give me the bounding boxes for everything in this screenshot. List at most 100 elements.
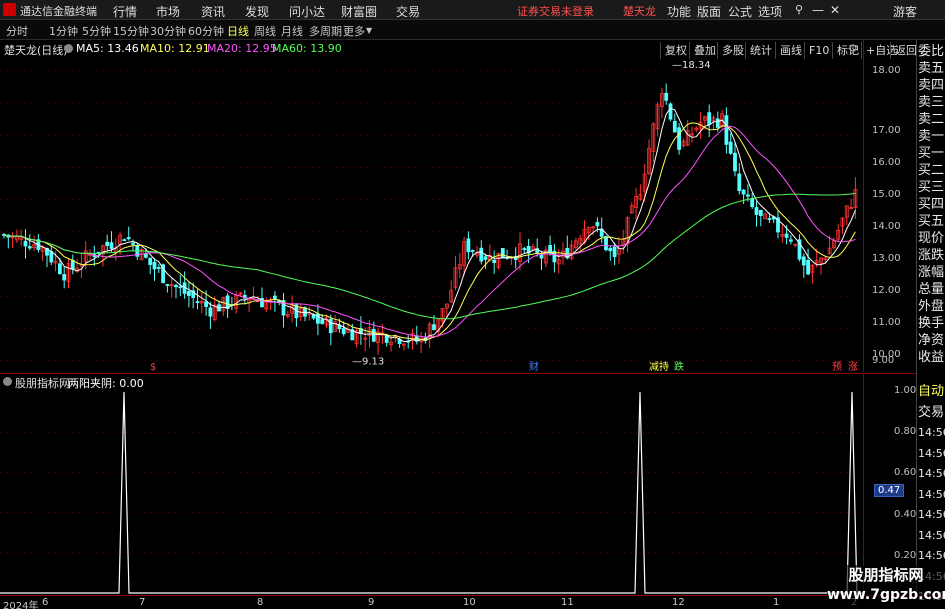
ind-tick-1: 1.00 [894, 385, 917, 396]
period-daily[interactable]: 日线 [227, 23, 249, 39]
candle-body [806, 260, 810, 275]
period-toolbar: 分时 1分钟 5分钟 15分钟 30分钟 60分钟 日线 周线 月线 多周期 更… [0, 20, 945, 59]
side-item-13[interactable]: 涨幅 [918, 265, 945, 281]
y-tick-14: 14.00 [872, 221, 901, 232]
side-item-11[interactable]: 现价 [918, 231, 945, 247]
side-item-16[interactable]: 换手 [918, 316, 945, 332]
period-multi[interactable]: 多周期 [309, 23, 342, 39]
menu-jiaoyi[interactable]: 交易 [396, 3, 420, 20]
menu-caifuquan[interactable]: 财富圈 [341, 3, 377, 20]
side-lower-item-7: 14:56 [918, 528, 945, 542]
more-dropdown-icon[interactable]: ▼ [366, 26, 372, 35]
time-label-8: 8 [257, 597, 264, 608]
low-annotation: —9.13 [352, 356, 384, 367]
candle-body [784, 233, 789, 238]
candle-body [165, 284, 170, 286]
candle-body [522, 248, 527, 250]
side-item-2[interactable]: 卖四 [918, 78, 945, 94]
side-item-5[interactable]: 卖一 [918, 129, 945, 145]
menu-banmian[interactable]: 版面 [697, 3, 721, 20]
indicator-chart[interactable] [0, 375, 863, 595]
menu-wenxiaoda[interactable]: 问小达 [289, 3, 325, 20]
login-status[interactable]: 证券交易未登录 [517, 3, 594, 19]
time-label-11: 11 [561, 597, 574, 608]
menu-shichang[interactable]: 市场 [156, 3, 180, 20]
candle-body [612, 246, 617, 258]
side-item-18[interactable]: 收益 [918, 350, 945, 366]
event-marker: 财 [529, 360, 539, 372]
candle-body [608, 247, 613, 252]
period-fenshi[interactable]: 分时 [6, 23, 28, 39]
stock-name-title: 楚天龙 [623, 5, 656, 18]
side-lower-item-1[interactable]: 交易 [918, 405, 945, 421]
menu-faxian[interactable]: 发现 [245, 3, 269, 20]
period-monthly[interactable]: 月线 [281, 23, 303, 39]
menu-zixun[interactable]: 资讯 [201, 3, 225, 20]
side-item-14[interactable]: 总量 [918, 282, 945, 298]
side-item-9[interactable]: 买四 [918, 197, 945, 213]
side-item-15[interactable]: 外盘 [918, 299, 945, 315]
y-tick-12: 12.00 [872, 285, 901, 296]
time-label-10: 10 [463, 597, 476, 608]
side-item-6[interactable]: 买一 [918, 146, 945, 162]
event-marker: $ [150, 362, 156, 372]
candle-body [27, 246, 32, 249]
side-item-0[interactable]: 委比 [918, 44, 945, 60]
menu-gongshi[interactable]: 公式 [728, 3, 752, 20]
minimize-icon[interactable]: — [812, 3, 824, 17]
period-15min[interactable]: 15分钟 [113, 23, 149, 39]
period-60min[interactable]: 60分钟 [188, 23, 224, 39]
subchart-divider [0, 373, 916, 374]
period-weekly[interactable]: 周线 [254, 23, 276, 39]
menu-gongneng[interactable]: 功能 [667, 3, 691, 20]
period-5min[interactable]: 5分钟 [82, 23, 111, 39]
side-lower-item-8: 14:56 [918, 549, 945, 562]
candle-body [750, 198, 755, 208]
candle-body [746, 194, 750, 197]
period-more[interactable]: 更多 [343, 23, 365, 39]
event-marker: 预 [832, 361, 842, 372]
side-item-8[interactable]: 买三 [918, 180, 945, 196]
candlestick-chart[interactable]: —18.34 —9.13 $ 财 减持跌 预涨 [0, 40, 863, 372]
side-item-10[interactable]: 买五 [918, 214, 945, 230]
time-label-7: 7 [139, 597, 146, 608]
candle-body [195, 301, 200, 304]
guest-label[interactable]: 游客 [893, 3, 917, 20]
event-marker: 涨 [848, 361, 858, 372]
indicator-axis: 1.00 0.80 0.60 0.40 0.20 0.47 [863, 374, 916, 596]
candle-body [483, 256, 488, 260]
side-item-4[interactable]: 卖二 [918, 112, 945, 128]
side-item-12[interactable]: 涨跌 [918, 248, 945, 264]
candle-body [208, 307, 213, 317]
menu-hangqing[interactable]: 行情 [113, 3, 137, 20]
time-label-9: 9 [368, 597, 375, 608]
candle-body [105, 241, 110, 246]
event-marker: 减持 [649, 360, 669, 372]
period-1min[interactable]: 1分钟 [49, 23, 78, 39]
y-tick-9: 9.00 [872, 355, 895, 366]
candle-body [664, 92, 669, 101]
candle-body [341, 328, 346, 335]
candle-body [604, 236, 608, 251]
candle-body [758, 209, 763, 216]
menu-xuanxiang[interactable]: 选项 [758, 3, 782, 20]
search-icon[interactable]: ⚲ [795, 3, 803, 16]
side-lower-item-6: 14:56 [918, 508, 945, 521]
side-item-1[interactable]: 卖五 [918, 61, 945, 77]
ind-tick-08: 0.80 [894, 426, 917, 437]
side-lower-item-0[interactable]: 自动 [918, 384, 945, 400]
side-item-17[interactable]: 净资 [918, 333, 945, 349]
candle-body [174, 284, 178, 288]
candle-body [204, 301, 209, 307]
app-title: 通达信金融终端 [20, 5, 97, 18]
candle-body [724, 115, 729, 145]
candle-body [178, 286, 183, 289]
close-icon[interactable]: ✕ [830, 3, 840, 17]
side-item-7[interactable]: 买二 [918, 163, 945, 179]
candle-body [754, 207, 759, 215]
candle-body [595, 222, 600, 227]
period-30min[interactable]: 30分钟 [150, 23, 186, 39]
ind-tick-02: 0.20 [894, 550, 917, 561]
candle-body [668, 103, 673, 120]
side-item-3[interactable]: 卖三 [918, 95, 945, 111]
